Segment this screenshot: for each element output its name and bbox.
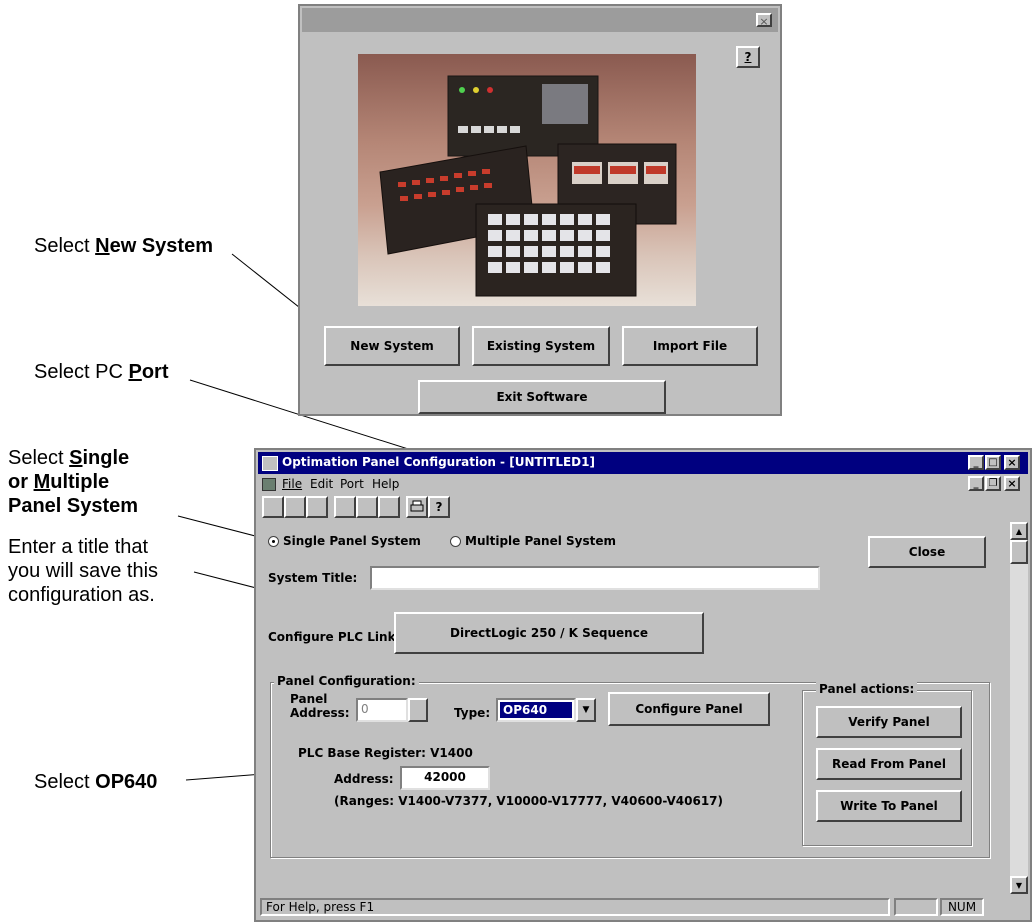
form-area: Single Panel System Multiple Panel Syste… — [258, 522, 1014, 894]
configure-panel-button[interactable]: Configure Panel — [608, 692, 770, 726]
menu-edit[interactable]: Edit — [310, 477, 333, 491]
panel-address-label-1: Panel — [290, 692, 328, 706]
panel-address-input[interactable]: 0 — [356, 698, 408, 722]
doc-minimize-button[interactable]: _ — [968, 476, 984, 491]
maximize-button[interactable]: □ — [985, 455, 1001, 470]
system-title-input[interactable] — [370, 566, 820, 590]
existing-system-button[interactable]: Existing System — [472, 326, 610, 366]
save-icon[interactable] — [306, 496, 328, 518]
menu-bar: File Edit Port Help _ ❐ × — [258, 474, 1028, 494]
scroll-down-button[interactable]: ▼ — [1010, 876, 1028, 894]
cut-icon[interactable] — [334, 496, 356, 518]
annotation-single-multiple: Select Single or Multiple Panel System — [8, 447, 139, 517]
annotation-op640: Select OP640 — [34, 771, 158, 793]
product-photo — [358, 54, 696, 306]
close-icon: × — [1007, 477, 1017, 490]
address-input[interactable]: 42000 — [400, 766, 490, 790]
radio-unselected-icon — [450, 535, 461, 547]
ranges-text: (Ranges: V1400-V7377, V10000-V17777, V40… — [334, 794, 724, 808]
panel-configuration-label: Panel Configuration: — [274, 674, 419, 688]
panel-actions-label: Panel actions: — [816, 682, 918, 696]
splash-window: × ? New System Existing System Import Fi… — [298, 4, 782, 416]
status-text: For Help, press F1 — [260, 898, 890, 916]
toolbar: ? — [258, 494, 1028, 522]
annotation-new-system: Select New System — [34, 235, 213, 257]
print-icon[interactable] — [406, 496, 428, 518]
menu-port[interactable]: Port — [340, 477, 364, 491]
status-num: NUM — [940, 898, 984, 916]
minimize-button[interactable]: _ — [968, 455, 984, 470]
write-to-panel-button[interactable]: Write To Panel — [816, 790, 962, 822]
splash-close-button[interactable]: × — [756, 13, 772, 28]
menu-file[interactable]: File — [282, 477, 302, 491]
document-icon — [262, 478, 276, 491]
window-title: Optimation Panel Configuration - [UNTITL… — [282, 455, 595, 469]
status-bar: For Help, press F1 NUM — [258, 896, 1028, 918]
exit-software-button[interactable]: Exit Software — [418, 380, 666, 414]
help-button[interactable]: ? — [736, 46, 760, 68]
operator-panels-image — [379, 75, 677, 297]
close-button[interactable]: Close — [868, 536, 986, 568]
new-system-button[interactable]: New System — [324, 326, 460, 366]
radio-multiple-panel[interactable]: Multiple Panel System — [450, 534, 616, 548]
main-window: Optimation Panel Configuration - [UNTITL… — [254, 448, 1032, 922]
address-label: Address: — [334, 772, 394, 786]
plc-link-button[interactable]: DirectLogic 250 / K Sequence — [394, 612, 704, 654]
minimize-icon: _ — [973, 457, 979, 468]
window-close-button[interactable]: × — [1004, 455, 1020, 470]
new-file-icon[interactable] — [262, 496, 284, 518]
main-titlebar: Optimation Panel Configuration - [UNTITL… — [258, 452, 1028, 474]
chevron-up-icon: ▲ — [1015, 526, 1023, 536]
app-icon — [262, 456, 278, 471]
type-label: Type: — [454, 706, 491, 720]
import-file-button[interactable]: Import File — [622, 326, 758, 366]
scroll-up-button[interactable]: ▲ — [1010, 522, 1028, 540]
annotation-pc-port: Select PC Port — [34, 361, 169, 383]
plc-base-register: PLC Base Register: V1400 — [298, 746, 473, 760]
help-question-icon[interactable]: ? — [428, 496, 450, 518]
radio-single-panel[interactable]: Single Panel System — [268, 534, 421, 548]
close-icon: × — [759, 15, 769, 28]
type-select[interactable]: OP640 — [496, 698, 576, 722]
scroll-thumb[interactable] — [1010, 540, 1028, 564]
chevron-down-icon: ▼ — [1015, 880, 1023, 890]
splash-titlebar: × — [302, 8, 778, 32]
radio-selected-icon — [268, 535, 279, 547]
maximize-icon: □ — [988, 457, 998, 468]
copy-icon[interactable] — [356, 496, 378, 518]
open-folder-icon[interactable] — [284, 496, 306, 518]
annotation-title: Enter a title that you will save this co… — [8, 536, 159, 606]
read-from-panel-button[interactable]: Read From Panel — [816, 748, 962, 780]
restore-icon: ❐ — [988, 478, 998, 489]
panel-address-spinner[interactable] — [408, 698, 428, 722]
paste-icon[interactable] — [378, 496, 400, 518]
minimize-icon: _ — [973, 478, 979, 489]
system-title-label: System Title: — [268, 571, 358, 585]
verify-panel-button[interactable]: Verify Panel — [816, 706, 962, 738]
status-cell-caps — [894, 898, 938, 916]
menu-help[interactable]: Help — [372, 477, 399, 491]
doc-close-button[interactable]: × — [1004, 476, 1020, 491]
vertical-scrollbar[interactable]: ▲ ▼ — [1010, 522, 1028, 894]
type-dropdown-button[interactable]: ▼ — [576, 698, 596, 722]
question-icon: ? — [744, 50, 752, 64]
plc-link-label: Configure PLC Link: — [268, 630, 401, 644]
chevron-down-icon: ▼ — [582, 705, 590, 715]
close-icon: × — [1007, 456, 1017, 469]
doc-restore-button[interactable]: ❐ — [985, 476, 1001, 491]
panel-address-label-2: Address: — [290, 706, 350, 720]
